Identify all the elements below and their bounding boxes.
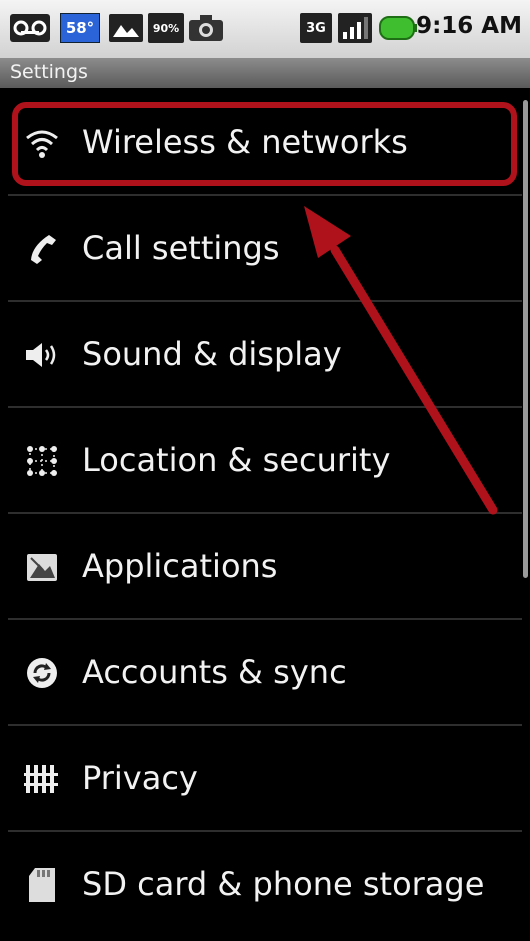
annotation-arrow — [304, 206, 498, 515]
